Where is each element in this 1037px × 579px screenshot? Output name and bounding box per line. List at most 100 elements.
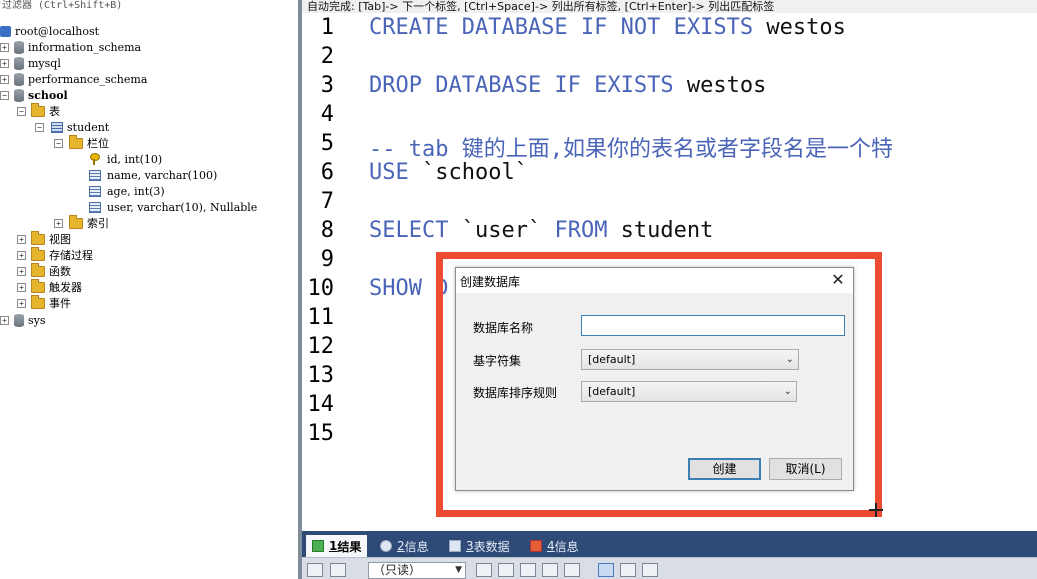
collation-select[interactable]: [default] ⌄ bbox=[581, 381, 797, 402]
grid-options-icon[interactable] bbox=[330, 563, 346, 577]
tree-connection[interactable]: root@localhost bbox=[0, 23, 99, 39]
keyword: SELECT bbox=[369, 218, 449, 243]
line-number: 3 bbox=[320, 73, 334, 98]
tab-number: 2 bbox=[397, 539, 405, 553]
tree-column-label: name, varchar(100) bbox=[107, 168, 218, 182]
expand-icon[interactable]: + bbox=[17, 299, 26, 308]
tree-folder-triggers[interactable]: 触发器 bbox=[31, 278, 82, 295]
tab-result[interactable]: 1 结果 bbox=[306, 535, 368, 557]
db-name-label: 数据库名称 bbox=[473, 321, 534, 335]
database-icon bbox=[14, 40, 24, 54]
tree-db-sys[interactable]: sys bbox=[14, 312, 46, 328]
result-tabs: 1 结果 2 信息 3 表数据 4 信息 bbox=[302, 531, 1037, 557]
collapse-icon[interactable]: − bbox=[17, 107, 26, 116]
db-name-input[interactable] bbox=[581, 315, 845, 336]
refresh-icon[interactable] bbox=[498, 563, 514, 577]
tree-column[interactable]: age, int(3) bbox=[89, 183, 165, 199]
primary-key-icon bbox=[89, 153, 100, 165]
keyword: FROM bbox=[554, 218, 608, 243]
readonly-select[interactable]: （只读） ▼ bbox=[368, 562, 466, 579]
create-button[interactable]: 创建 bbox=[688, 458, 761, 480]
collapse-icon[interactable]: − bbox=[54, 139, 63, 148]
charset-select[interactable]: [default] ⌄ bbox=[581, 349, 799, 370]
tab-label: 信息 bbox=[554, 539, 579, 554]
expand-icon[interactable]: + bbox=[0, 316, 9, 325]
tree-folder-tables[interactable]: 表 bbox=[31, 102, 60, 119]
cancel-changes-icon[interactable] bbox=[564, 563, 580, 577]
keyword: USE bbox=[369, 160, 409, 185]
column-icon bbox=[89, 185, 101, 197]
folder-icon bbox=[31, 294, 45, 309]
line-number: 4 bbox=[320, 102, 334, 127]
tree-db-school[interactable]: school bbox=[14, 87, 68, 103]
tree-folder-functions[interactable]: 函数 bbox=[31, 262, 71, 279]
tree-folder-indexes[interactable]: 索引 bbox=[69, 214, 109, 231]
line-number: 5 bbox=[320, 131, 334, 156]
expand-icon[interactable]: + bbox=[0, 43, 9, 52]
line-number: 2 bbox=[320, 44, 334, 69]
filter-hint[interactable]: 过滤器 (Ctrl+Shift+B) bbox=[0, 0, 298, 13]
folder-icon bbox=[31, 278, 45, 293]
grid-view-icon[interactable] bbox=[598, 563, 614, 577]
charset-label: 基字符集 bbox=[473, 354, 522, 368]
collapse-icon[interactable]: − bbox=[35, 123, 44, 132]
expand-icon[interactable]: + bbox=[17, 283, 26, 292]
database-icon bbox=[14, 88, 24, 102]
save-icon[interactable] bbox=[520, 563, 536, 577]
line-number-gutter: 1 2 3 4 5 6 7 8 9 10 11 12 13 14 15 bbox=[302, 13, 357, 531]
keyword: SHOW bbox=[369, 276, 422, 301]
delete-icon[interactable] bbox=[542, 563, 558, 577]
tree-db-label: school bbox=[28, 88, 68, 102]
close-icon[interactable]: ✕ bbox=[829, 270, 847, 290]
dialog-title: 创建数据库 bbox=[460, 275, 521, 289]
dialog-titlebar[interactable]: 创建数据库 ✕ bbox=[456, 268, 853, 293]
tab-messages[interactable]: 2 信息 bbox=[374, 535, 435, 557]
tab-table-data[interactable]: 3 表数据 bbox=[443, 535, 516, 557]
identifier: westos bbox=[673, 73, 767, 98]
tree-column-label: user, varchar(10), Nullable bbox=[107, 200, 258, 214]
info-shapes-icon bbox=[530, 540, 542, 552]
tree-db-information-schema[interactable]: information_schema bbox=[14, 39, 141, 55]
line-number: 14 bbox=[307, 392, 335, 417]
collapse-icon[interactable]: − bbox=[0, 91, 9, 100]
identifier: `user` bbox=[448, 218, 555, 243]
tree-db-performance-schema[interactable]: performance_schema bbox=[14, 71, 147, 87]
expand-icon[interactable]: + bbox=[17, 267, 26, 276]
tree-table-student[interactable]: student bbox=[51, 119, 109, 135]
result-toolbar: （只读） ▼ bbox=[302, 557, 1037, 579]
filter-icon[interactable] bbox=[476, 563, 492, 577]
expand-icon[interactable]: + bbox=[0, 75, 9, 84]
tree-folder-views[interactable]: 视图 bbox=[31, 230, 71, 247]
expand-icon[interactable]: + bbox=[17, 235, 26, 244]
folder-icon bbox=[31, 102, 45, 117]
column-icon bbox=[89, 169, 101, 181]
tab-info[interactable]: 4 信息 bbox=[524, 535, 585, 557]
tree-connection-label: root@localhost bbox=[15, 24, 100, 38]
tree-column[interactable]: user, varchar(10), Nullable bbox=[89, 199, 257, 215]
database-icon bbox=[14, 313, 24, 327]
form-view-icon[interactable] bbox=[620, 563, 636, 577]
cancel-button[interactable]: 取消(L) bbox=[769, 458, 842, 480]
chevron-down-icon: ⌄ bbox=[783, 386, 792, 397]
tree-folder-columns[interactable]: 栏位 bbox=[69, 134, 109, 151]
text-view-icon[interactable] bbox=[642, 563, 658, 577]
tab-label: 表数据 bbox=[473, 539, 510, 554]
tree-folder-label: 表 bbox=[49, 105, 60, 118]
server-icon bbox=[0, 25, 11, 37]
expand-icon[interactable]: + bbox=[17, 251, 26, 260]
tab-label: 结果 bbox=[337, 539, 362, 554]
tree-folder-label: 事件 bbox=[49, 297, 71, 310]
result-grid-icon bbox=[312, 540, 324, 552]
line-number: 10 bbox=[307, 276, 335, 301]
folder-icon bbox=[31, 246, 45, 261]
tree-folder-events[interactable]: 事件 bbox=[31, 294, 71, 311]
grid-export-icon[interactable] bbox=[307, 563, 323, 577]
tree-folder-procedures[interactable]: 存储过程 bbox=[31, 246, 93, 263]
expand-icon[interactable]: + bbox=[0, 59, 9, 68]
tree-column[interactable]: id, int(10) bbox=[89, 151, 162, 167]
tab-label: 信息 bbox=[404, 539, 429, 554]
expand-icon[interactable]: + bbox=[54, 219, 63, 228]
tree-db-mysql[interactable]: mysql bbox=[14, 55, 61, 71]
tree-column[interactable]: name, varchar(100) bbox=[89, 167, 217, 183]
tree-folder-label: 函数 bbox=[49, 265, 71, 278]
